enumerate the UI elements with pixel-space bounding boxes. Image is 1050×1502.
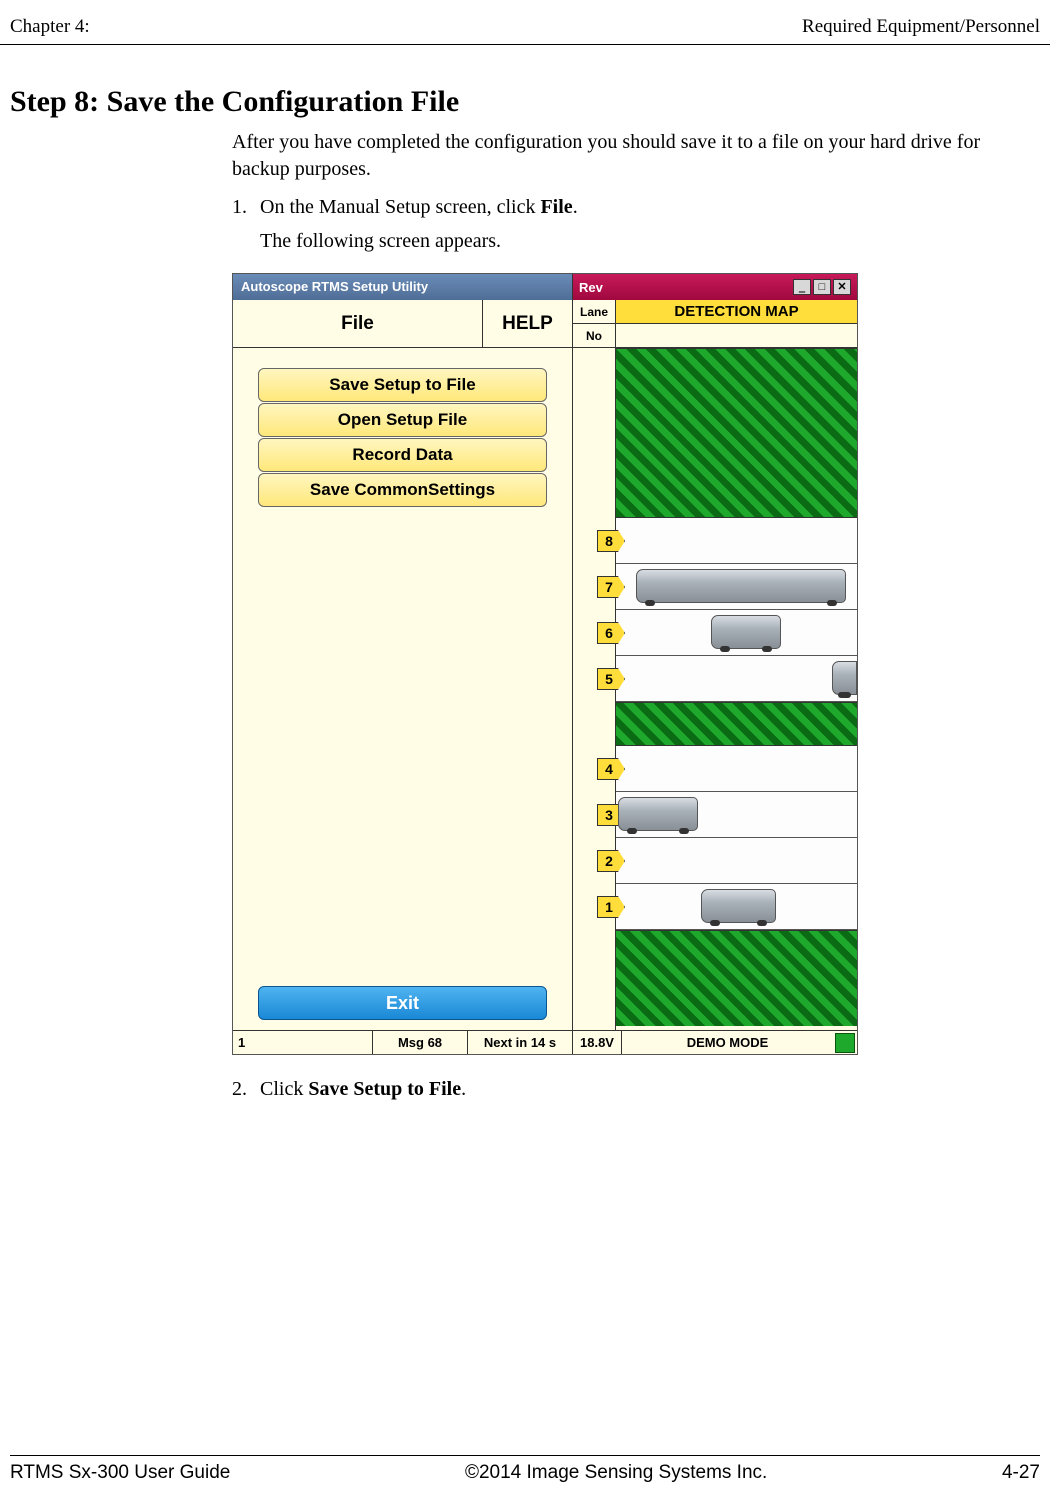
menu-file[interactable]: File xyxy=(233,300,483,347)
list-number: 1. xyxy=(232,193,260,221)
lane-tag: 4 xyxy=(597,758,625,780)
intro-paragraph: After you have completed the configurati… xyxy=(232,129,1026,183)
lane-tag: 6 xyxy=(597,622,625,644)
header-chapter: Chapter 4: xyxy=(10,16,90,38)
titlebar-right: Rev ‗ □ ✕ xyxy=(573,274,857,300)
lane-row: 5 xyxy=(616,656,857,702)
lane-row: 7 xyxy=(616,564,857,610)
window-controls: ‗ □ ✕ xyxy=(793,279,851,295)
grass-zone xyxy=(616,930,857,1026)
statusbar: 1 Msg 68 Next in 14 s 18.8V DEMO MODE xyxy=(233,1030,857,1054)
lane-row: 2 xyxy=(616,838,857,884)
maximize-icon[interactable]: □ xyxy=(813,279,831,295)
lane-row: 8 xyxy=(616,518,857,564)
status-msg: Msg 68 xyxy=(373,1031,468,1054)
vehicle-icon xyxy=(832,661,857,695)
exit-button[interactable]: Exit xyxy=(258,986,547,1020)
grass-zone xyxy=(616,348,857,518)
file-sidebar: Save Setup to File Open Setup File Recor… xyxy=(233,348,573,1030)
lane-tag: 8 xyxy=(597,530,625,552)
close-icon[interactable]: ✕ xyxy=(833,279,851,295)
page-footer: RTMS Sx-300 User Guide ©2014 Image Sensi… xyxy=(10,1455,1040,1484)
status-indicator-icon xyxy=(835,1033,855,1053)
footer-page: 4-27 xyxy=(1002,1462,1040,1484)
menu-help[interactable]: HELP xyxy=(483,300,573,347)
footer-copyright: ©2014 Image Sensing Systems Inc. xyxy=(465,1462,767,1484)
list-text: Click Save Setup to File. xyxy=(260,1075,466,1103)
list-number: 2. xyxy=(232,1075,260,1103)
save-common-button[interactable]: Save CommonSettings xyxy=(258,473,547,507)
record-data-button[interactable]: Record Data xyxy=(258,438,547,472)
list-item: 2. Click Save Setup to File. xyxy=(232,1075,1026,1103)
lane-row: 6 xyxy=(616,610,857,656)
status-voltage: 18.8V xyxy=(573,1031,622,1054)
lane-tag: 1 xyxy=(597,896,625,918)
footer-guide: RTMS Sx-300 User Guide xyxy=(10,1462,230,1484)
list-text: On the Manual Setup screen, click File. xyxy=(260,193,578,221)
save-setup-button[interactable]: Save Setup to File xyxy=(258,368,547,402)
minimize-icon[interactable]: ‗ xyxy=(793,279,811,295)
lane-row: 3 xyxy=(616,792,857,838)
vehicle-icon xyxy=(618,797,698,831)
status-id: 1 xyxy=(233,1031,373,1054)
vehicle-icon xyxy=(701,889,776,923)
lane-row: 4 xyxy=(616,746,857,792)
grass-zone xyxy=(616,702,857,746)
vehicle-icon xyxy=(636,569,846,603)
step-title: Step 8: Save the Configuration File xyxy=(0,45,1050,129)
lane-tag: 5 xyxy=(597,668,625,690)
lane-header: Lane xyxy=(573,300,616,323)
rev-label: Rev xyxy=(579,280,603,295)
open-setup-button[interactable]: Open Setup File xyxy=(258,403,547,437)
app-title: Autoscope RTMS Setup Utility xyxy=(233,274,573,300)
detection-map: 8 7 6 5 4 xyxy=(573,348,857,1030)
lane-tag: 7 xyxy=(597,576,625,598)
vehicle-icon xyxy=(711,615,781,649)
status-next: Next in 14 s xyxy=(468,1031,573,1054)
lane-row: 1 xyxy=(616,884,857,930)
list-subtext: The following screen appears. xyxy=(260,227,1026,255)
lane-tag: 2 xyxy=(597,850,625,872)
page-header: Chapter 4: Required Equipment/Personnel xyxy=(0,0,1050,45)
menubar: File HELP Lane DETECTION MAP No xyxy=(233,300,857,348)
list-item: 1. On the Manual Setup screen, click Fil… xyxy=(232,193,1026,221)
titlebar: Autoscope RTMS Setup Utility Rev ‗ □ ✕ xyxy=(233,274,857,300)
header-section: Required Equipment/Personnel xyxy=(802,16,1040,38)
detection-map-header: DETECTION MAP xyxy=(616,300,857,323)
status-mode: DEMO MODE xyxy=(622,1031,833,1054)
detection-map-blank xyxy=(616,324,857,347)
app-window: Autoscope RTMS Setup Utility Rev ‗ □ ✕ F… xyxy=(232,273,858,1055)
no-header: No xyxy=(573,324,616,347)
